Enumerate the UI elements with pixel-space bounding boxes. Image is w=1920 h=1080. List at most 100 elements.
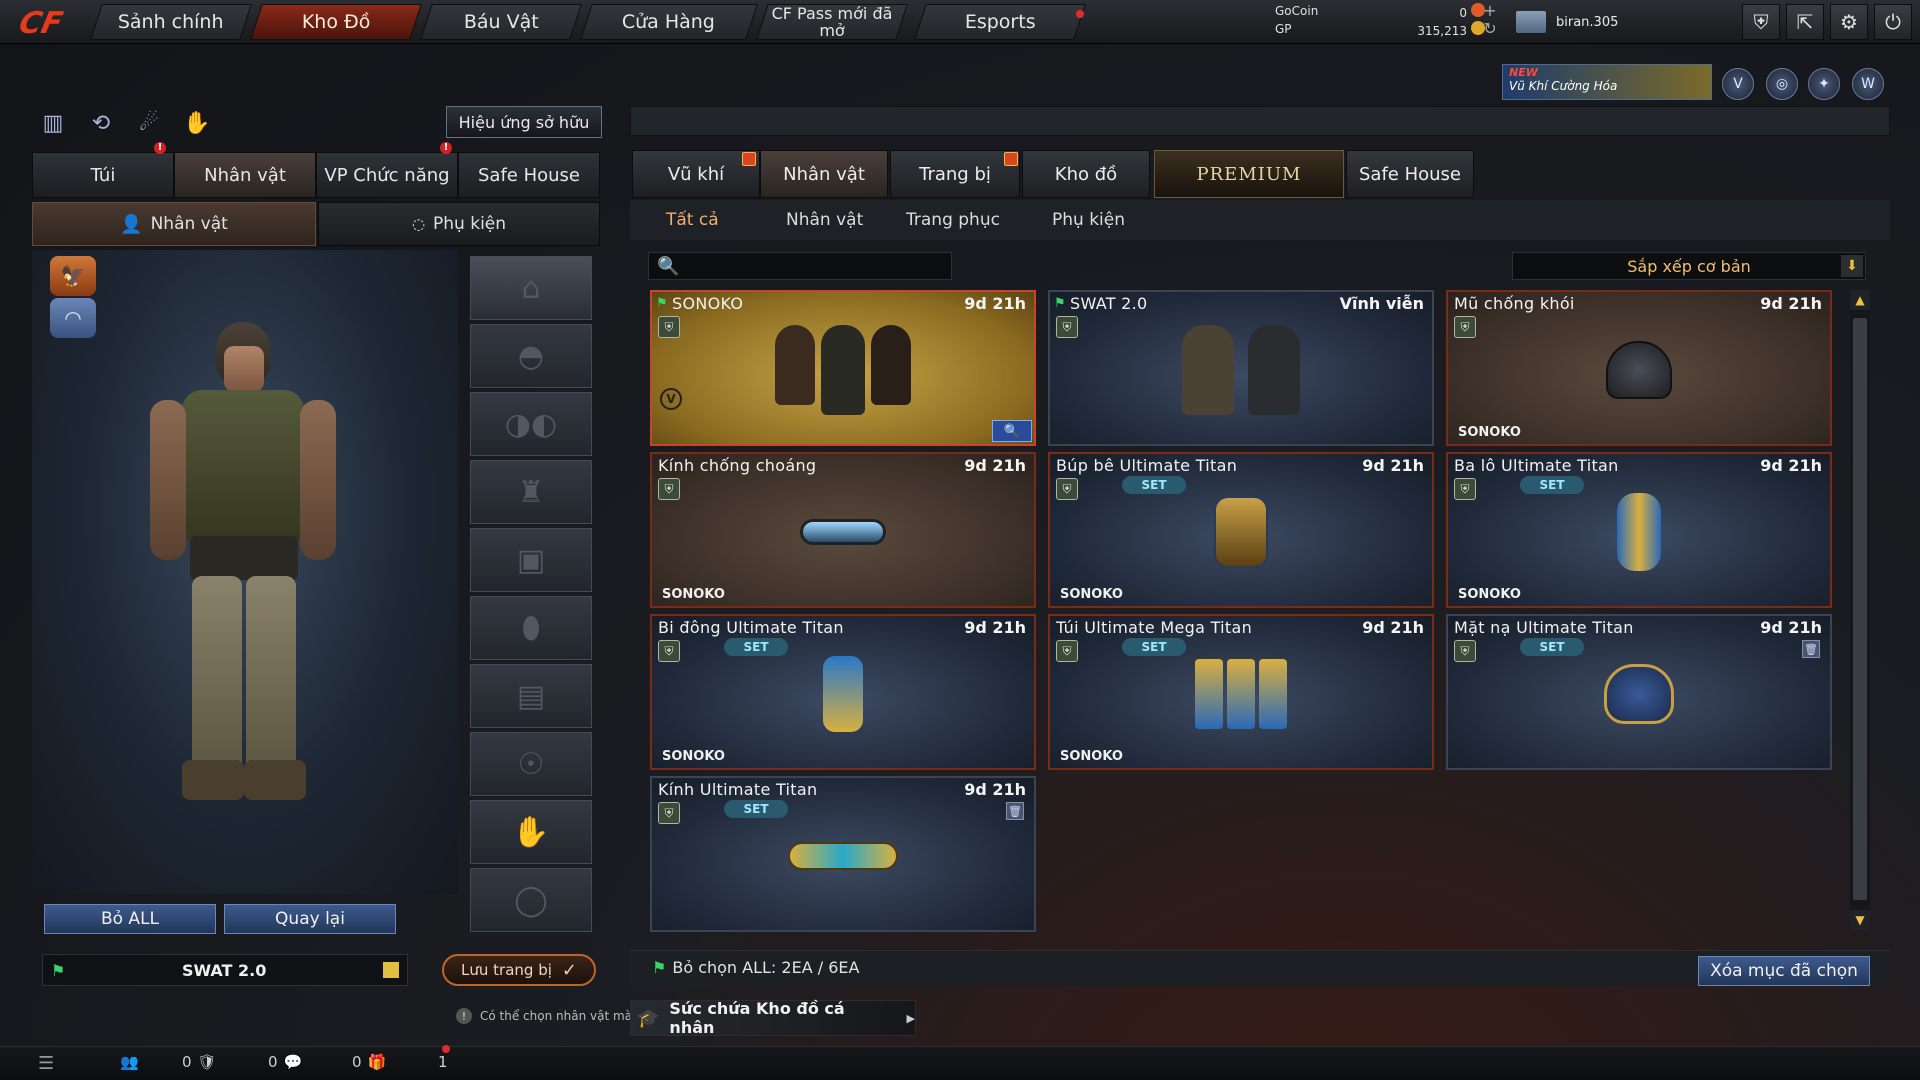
filter-accessories[interactable]: Phụ kiện (1052, 206, 1125, 234)
nav-tab-inventory[interactable]: Kho Đồ (250, 4, 422, 40)
clan-counter[interactable]: 0 🛡 (182, 1053, 217, 1071)
settings-gear-icon[interactable]: ⚙ (1830, 4, 1868, 40)
item-name: Búp bê Ultimate Titan (1056, 456, 1238, 475)
subtab-character[interactable]: 👤 Nhân vật (32, 202, 316, 246)
item-card[interactable]: ⚑ SWAT 2.0 Vĩnh viễn ⛨ (1048, 290, 1434, 446)
tab-label: Safe House (1359, 163, 1461, 185)
eagle-emblem-icon[interactable]: 🦅 (50, 256, 96, 296)
clan-shield-icon[interactable]: ⛨ (1742, 4, 1780, 40)
item-card[interactable]: Kính Ultimate Titan 9d 21h ⛨ SET 🗑 (650, 776, 1036, 932)
gift-counter[interactable]: 0 🎁 (352, 1053, 386, 1071)
slot-mask[interactable]: ☉ (470, 732, 592, 796)
menu-list-icon[interactable]: ☰ (38, 1053, 54, 1074)
scroll-thumb[interactable] (1853, 318, 1867, 900)
mask-emblem-icon[interactable]: ◠ (50, 298, 96, 338)
right-tab-weapons[interactable]: Vũ khí (632, 150, 760, 198)
back-button[interactable]: Quay lại (224, 904, 396, 934)
delete-selected-button[interactable]: Xóa mục đã chọn (1698, 956, 1870, 986)
chat-counter[interactable]: 0 💬 (268, 1053, 302, 1071)
item-card[interactable]: ⚑ SONOKO 9d 21h ⛨ V 🔍 (650, 290, 1036, 446)
character-preview[interactable]: 🦅 ◠ Bỏ ALL Quay lại (32, 250, 458, 934)
ranking-icon[interactable]: ▥ (38, 108, 68, 138)
refresh-currency-icon[interactable]: ↻ (1482, 20, 1498, 38)
list-icon[interactable] (382, 962, 399, 978)
soldier-right-boot (244, 760, 306, 800)
slot-helmet[interactable]: ◓ (470, 324, 592, 388)
item-card[interactable]: Bi đông Ultimate Titan 9d 21h ⛨ SET SONOKO (650, 614, 1036, 770)
right-tab-characters[interactable]: Nhân vật (760, 150, 888, 198)
storage-capacity-button[interactable]: 🎓 Sức chứa Kho đồ cá nhân ▶ (630, 999, 916, 1037)
slot-backpack[interactable]: ▣ (470, 528, 592, 592)
right-tab-safe-house[interactable]: Safe House (1346, 150, 1474, 198)
notification-counter[interactable]: 1 (438, 1053, 448, 1071)
power-icon[interactable]: ⏻ (1874, 4, 1912, 40)
rotate-view-icon[interactable]: ⟲ (86, 108, 116, 138)
add-currency-icon[interactable]: + (1482, 2, 1498, 20)
slot-goggles[interactable]: ◑◐ (470, 392, 592, 456)
left-tab-bag[interactable]: Túi (32, 152, 174, 198)
item-card[interactable]: Túi Ultimate Mega Titan 9d 21h ⛨ SET SONOKO (1048, 614, 1434, 770)
soldier-left-boot (182, 760, 244, 800)
user-info[interactable]: biran.305 (1516, 6, 1618, 38)
item-type-icon: ⛨ (1056, 640, 1078, 662)
subtab-accessories[interactable]: ◌ Phụ kiện (318, 202, 600, 246)
left-tab-safe-house[interactable]: Safe House (458, 152, 600, 198)
right-tab-premium[interactable]: PREMIUM (1154, 150, 1344, 198)
item-list-scrollbar[interactable]: ▲ ▼ (1850, 290, 1870, 930)
sort-dropdown[interactable]: Sắp xếp cơ bản ⬇ (1512, 252, 1866, 280)
scroll-down-icon[interactable]: ▼ (1850, 910, 1870, 930)
globe-event-icon[interactable]: ◎ (1766, 68, 1798, 100)
item-card[interactable]: Búp bê Ultimate Titan 9d 21h ⛨ SET SONOKO (1048, 452, 1434, 608)
slot-character[interactable]: ⌂ (470, 256, 592, 320)
slot-ring[interactable]: ◯ (470, 868, 592, 932)
left-tab-functional-items[interactable]: VP Chức năng (316, 152, 458, 198)
remove-all-button[interactable]: Bỏ ALL (44, 904, 216, 934)
nav-tab-cf-pass[interactable]: CF Pass mới đã mở (756, 4, 908, 40)
zoom-magnifier-icon[interactable]: 🔍 (992, 420, 1032, 442)
item-card[interactable]: Mũ chống khói 9d 21h ⛨ SONOKO (1446, 290, 1832, 446)
exit-room-icon[interactable]: ⇱ (1786, 4, 1824, 40)
vip-v-icon: V (660, 388, 682, 410)
slot-doll[interactable]: ♜ (470, 460, 592, 524)
promo-banner[interactable]: NEW Vũ Khí Cường Hóa (1502, 64, 1712, 100)
gocoin-label: GoCoin (1275, 4, 1319, 18)
slot-canteen[interactable]: ⬮ (470, 596, 592, 660)
left-tab-character[interactable]: Nhân vật (174, 152, 316, 198)
friends-counter[interactable]: 👥 (120, 1053, 139, 1071)
star-event-icon[interactable]: ✦ (1808, 68, 1840, 100)
nav-tab-treasure[interactable]: Báu Vật (420, 4, 582, 40)
game-logo[interactable]: CF (2, 2, 81, 44)
filter-characters[interactable]: Nhân vật (786, 206, 863, 234)
item-duration: 9d 21h (964, 618, 1026, 637)
soldier-left-arm (150, 400, 186, 560)
search-input[interactable]: 🔍 (648, 252, 952, 280)
right-tab-equipment[interactable]: Trang bị (890, 150, 1020, 198)
vip-v-icon[interactable]: V (1722, 68, 1754, 100)
w-event-icon[interactable]: W (1852, 68, 1884, 100)
filter-all[interactable]: Tất cả (666, 206, 719, 234)
slot-gloves[interactable]: ✋ (470, 800, 592, 864)
right-tab-storage[interactable]: Kho đồ (1022, 150, 1150, 198)
owned-effects-button[interactable]: Hiệu ứng sở hữu (446, 106, 602, 138)
item-card[interactable]: Ba lô Ultimate Titan 9d 21h ⛨ SET SONOKO (1446, 452, 1832, 608)
scroll-up-icon[interactable]: ▲ (1850, 290, 1870, 310)
mail-icon[interactable] (1516, 11, 1546, 33)
nav-tab-label: Kho Đồ (301, 10, 371, 33)
nav-tab-lobby[interactable]: Sảnh chính (90, 4, 252, 40)
trash-icon[interactable]: 🗑 (1802, 640, 1820, 658)
filter-costumes[interactable]: Trang phục (906, 206, 1000, 234)
item-owner: SONOKO (1060, 587, 1123, 602)
slot-pouch[interactable]: ▤ (470, 664, 592, 728)
equipment-preset-selector[interactable]: ⚑ SWAT 2.0 (42, 954, 408, 986)
item-card[interactable]: Mặt nạ Ultimate Titan 9d 21h ⛨ SET 🗑 (1446, 614, 1832, 770)
left-tool-icons: ▥ ⟲ ☄ ✋ (38, 108, 212, 138)
trash-icon[interactable]: 🗑 (1006, 802, 1024, 820)
nav-tab-esports[interactable]: Esports (914, 4, 1086, 40)
hand-icon[interactable]: ✋ (182, 108, 212, 138)
item-card[interactable]: Kính chống choáng 9d 21h ⛨ SONOKO (650, 452, 1036, 608)
nav-tab-shop[interactable]: Cửa Hàng (580, 4, 758, 40)
pose-icon[interactable]: ☄ (134, 108, 164, 138)
sort-arrow-icon[interactable]: ⬇ (1841, 255, 1863, 277)
notification-dot (1076, 10, 1084, 18)
save-equipment-button[interactable]: Lưu trang bị ✓ (442, 954, 596, 986)
